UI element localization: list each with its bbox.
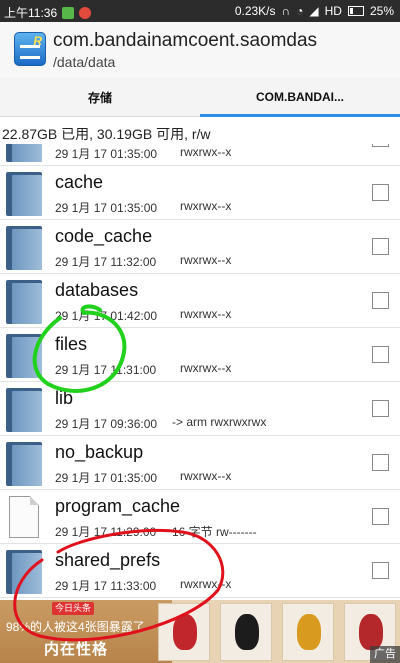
ad-inkblot-image: [282, 603, 334, 661]
folder-icon: [6, 226, 42, 270]
network-speed: 0.23K/s: [234, 4, 276, 18]
file-name: no_backup: [55, 442, 144, 462]
root-explorer-app-icon[interactable]: R: [14, 32, 46, 66]
file-checkbox[interactable]: [372, 400, 389, 417]
file-permissions: -> arm rwxrwxrwx: [172, 415, 267, 429]
storage-summary: 22.87GB 已用, 30.19GB 可用, r/w: [2, 126, 211, 142]
file-date: 29 1月 17 11:33:00: [55, 579, 157, 593]
tab-selected-indicator: [200, 114, 400, 117]
file-permissions: rwxrwx--x: [180, 469, 232, 483]
file-row[interactable]: program_cache 29 1月 17 11:29:00 16 字节 rw…: [0, 490, 400, 544]
file-checkbox[interactable]: [372, 508, 389, 525]
file-checkbox[interactable]: [372, 144, 389, 147]
folder-icon: [6, 280, 42, 324]
file-permissions: rwxrwx--x: [180, 253, 232, 267]
file-list[interactable]: 29 1月 17 01:35:00 rwxrwx--x cache 29 1月 …: [0, 144, 400, 600]
file-date: 29 1月 17 01:35:00: [55, 471, 158, 485]
file-date: 29 1月 17 11:32:00: [55, 255, 157, 269]
file-icon: [9, 496, 39, 538]
file-name: files: [55, 334, 88, 354]
battery-percent: 25%: [369, 4, 394, 18]
file-name: lib: [55, 388, 74, 408]
file-row[interactable]: lib 29 1月 17 09:36:00 -> arm rwxrwxrwx: [0, 382, 400, 436]
file-date: 29 1月 17 09:36:00: [55, 417, 158, 431]
signal-icon: ◢: [309, 4, 319, 18]
file-date: 29 1月 17 01:35:00: [55, 147, 158, 161]
file-date: 29 1月 17 01:42:00: [55, 309, 158, 323]
app-header: R com.bandainamcoent.saomdas /data/data: [0, 22, 400, 77]
ad-source-badge: 今日头条: [52, 602, 95, 615]
file-permissions: rwxrwx--x: [180, 199, 232, 213]
file-checkbox[interactable]: [372, 184, 389, 201]
ad-banner[interactable]: 今日头条 98%的人被这4张图暴露了 内在性格 广告: [0, 600, 400, 663]
weibo-icon: [79, 6, 92, 19]
folder-icon: [6, 144, 42, 162]
file-permissions: 16 字节 rw-------: [172, 525, 257, 539]
folder-icon: [6, 172, 42, 216]
file-row[interactable]: shared_prefs 29 1月 17 11:33:00 rwxrwx--x: [0, 544, 400, 598]
folder-icon: [6, 442, 42, 486]
directory-path: /data/data: [53, 54, 116, 70]
wifi-icon: ◔: [296, 4, 304, 18]
file-row[interactable]: files 29 1月 17 11:31:00 rwxrwx--x: [0, 328, 400, 382]
folder-icon: [6, 550, 42, 594]
status-time: 上午11:36: [4, 6, 58, 20]
ad-text-block[interactable]: 今日头条 98%的人被这4张图暴露了 内在性格: [0, 600, 172, 663]
file-date: 29 1月 17 11:29:00: [55, 525, 157, 539]
file-checkbox[interactable]: [372, 238, 389, 255]
status-bar: 上午11:36 0.23K/s ∩ ◔ ◢ HD 25%: [0, 0, 400, 22]
network-type: HD: [324, 4, 342, 18]
directory-title: com.bandainamcoent.saomdas: [53, 30, 318, 51]
tab-package-folder[interactable]: COM.BANDAI...: [200, 77, 400, 117]
clock-app-icon: [62, 6, 75, 19]
file-permissions: rwxrwx--x: [180, 577, 232, 591]
file-row[interactable]: no_backup 29 1月 17 01:35:00 rwxrwx--x: [0, 436, 400, 490]
file-row[interactable]: databases 29 1月 17 01:42:00 rwxrwx--x: [0, 274, 400, 328]
file-checkbox[interactable]: [372, 562, 389, 579]
file-name: databases: [55, 280, 139, 300]
file-row[interactable]: cache 29 1月 17 01:35:00 rwxrwx--x: [0, 166, 400, 220]
ad-label: 广告: [370, 646, 400, 663]
file-row[interactable]: code_cache 29 1月 17 11:32:00 rwxrwx--x: [0, 220, 400, 274]
headset-icon: ∩: [281, 4, 291, 18]
file-name: cache: [55, 172, 104, 192]
file-permissions: rwxrwx--x: [180, 307, 232, 321]
ad-inkblot-image: [220, 603, 272, 661]
file-row[interactable]: 29 1月 17 01:35:00 rwxrwx--x: [0, 144, 400, 166]
folder-icon: [6, 388, 42, 432]
folder-icon: [6, 334, 42, 378]
ad-headline: 98%的人被这4张图暴露了: [6, 620, 145, 634]
file-date: 29 1月 17 11:31:00: [55, 363, 157, 377]
tab-storage[interactable]: 存储: [0, 77, 200, 117]
tab-bar: 存储 COM.BANDAI...: [0, 77, 400, 117]
ad-subtext: 内在性格: [44, 641, 109, 658]
file-checkbox[interactable]: [372, 454, 389, 471]
file-checkbox[interactable]: [372, 346, 389, 363]
file-permissions: rwxrwx--x: [180, 145, 232, 159]
file-checkbox[interactable]: [372, 292, 389, 309]
file-name: code_cache: [55, 226, 153, 246]
file-name: program_cache: [55, 496, 181, 516]
file-name: shared_prefs: [55, 550, 161, 570]
file-date: 29 1月 17 01:35:00: [55, 201, 158, 215]
ad-inkblot-image: [158, 603, 210, 661]
battery-icon: [347, 6, 364, 16]
app-icon-lines: [20, 45, 40, 59]
file-permissions: rwxrwx--x: [180, 361, 232, 375]
